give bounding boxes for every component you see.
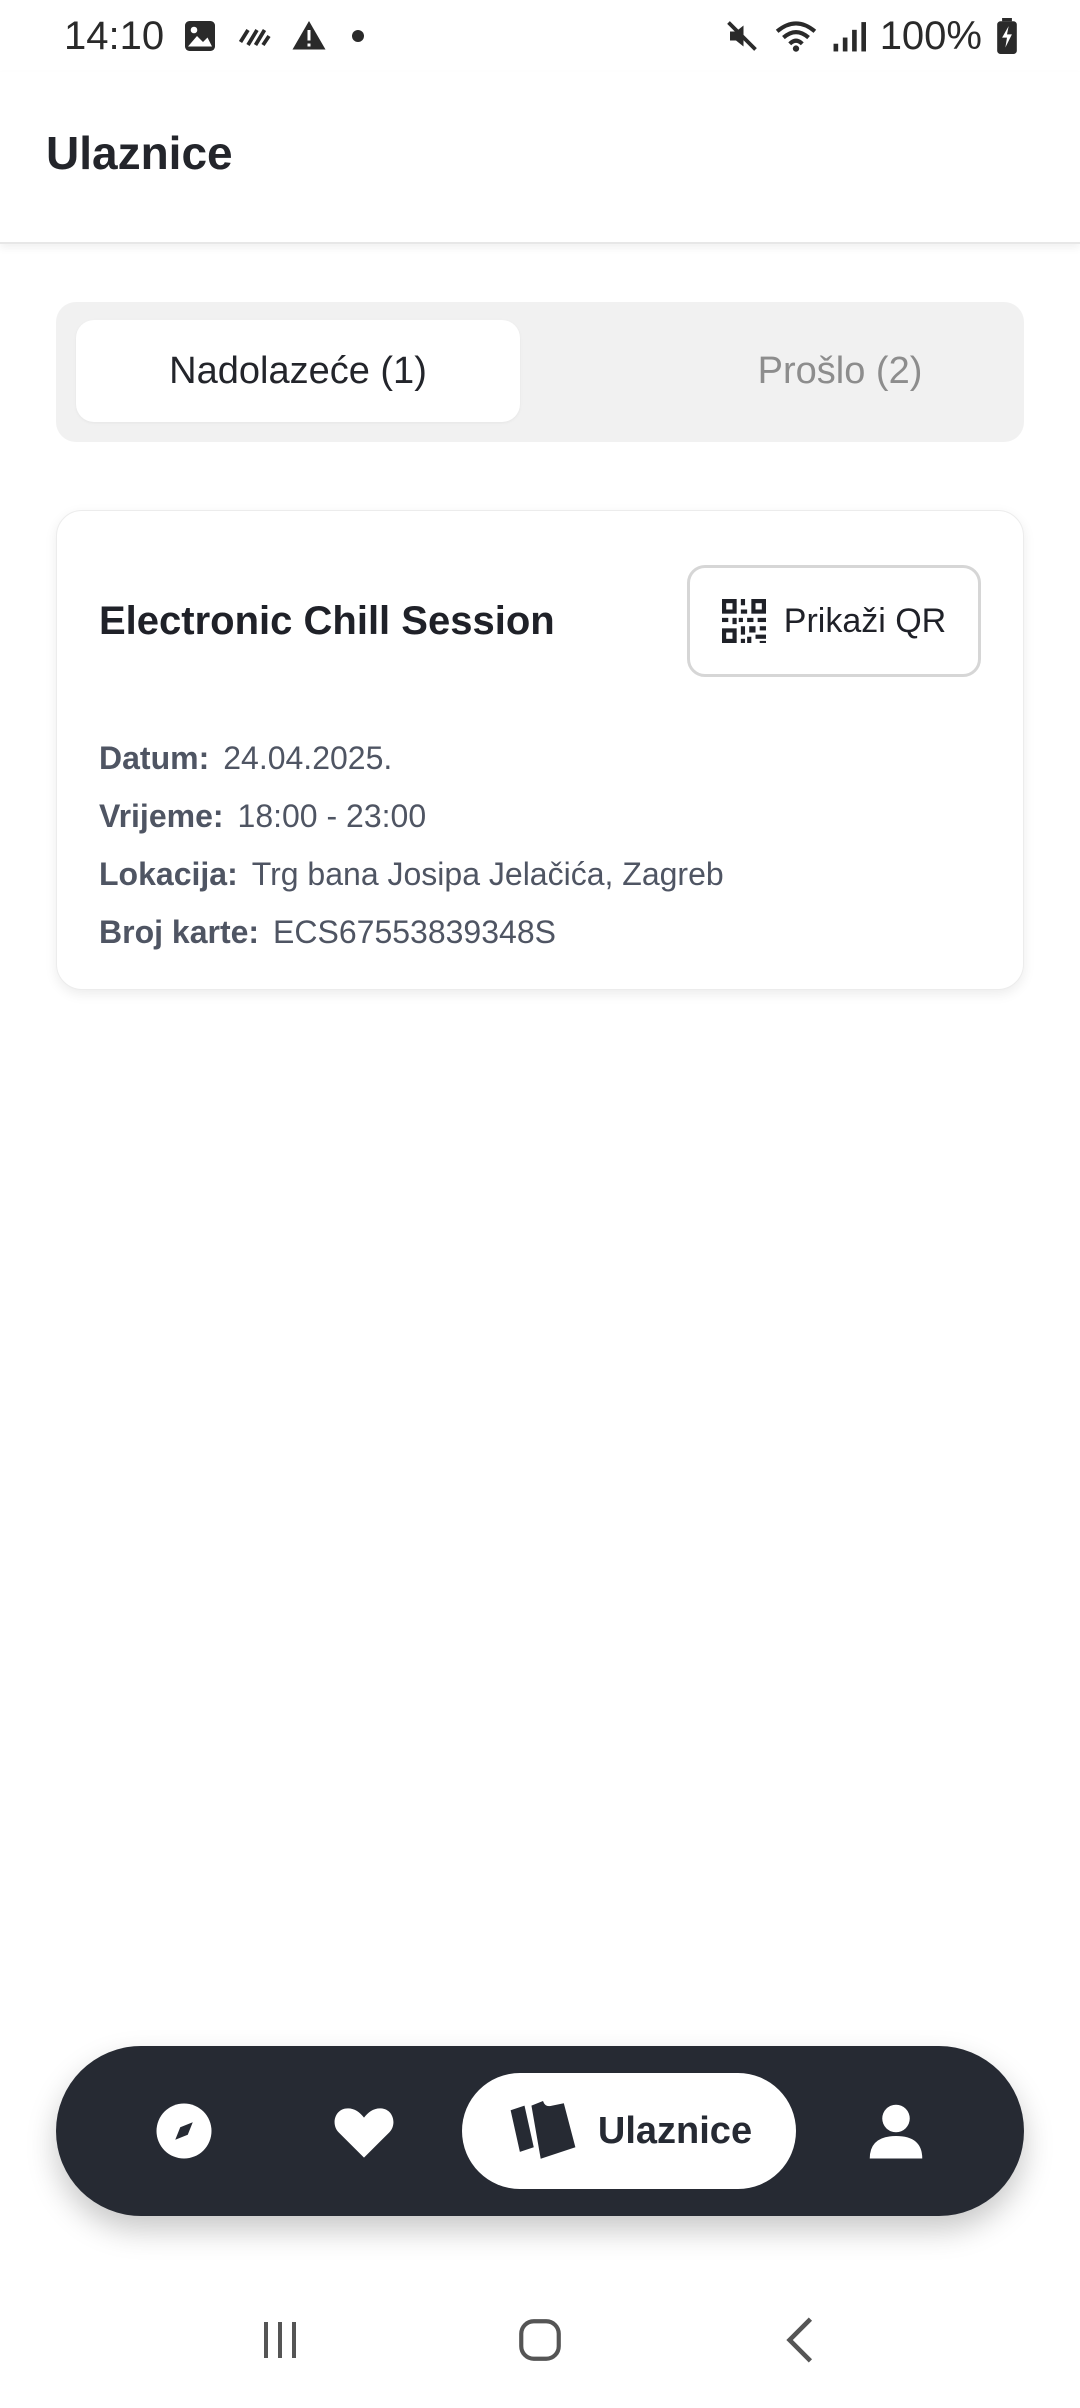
qr-code-icon <box>721 599 766 643</box>
home-icon <box>515 2315 565 2365</box>
page-title: Ulaznice <box>46 127 233 179</box>
detail-ticket-number-value: ECS67553839348S <box>273 913 556 950</box>
detail-time-label: Vrijeme: <box>99 797 224 834</box>
wifi-icon <box>774 18 818 54</box>
detail-date: Datum: 24.04.2025. <box>99 729 724 787</box>
detail-date-value: 24.04.2025. <box>223 739 393 776</box>
detail-date-label: Datum: <box>99 739 210 776</box>
back-icon <box>778 2315 822 2365</box>
battery-charging-icon <box>996 18 1018 54</box>
nav-tickets[interactable]: Ulaznice <box>462 2073 796 2189</box>
detail-time-value: 18:00 - 23:00 <box>237 797 427 834</box>
detail-location: Lokacija: Trg bana Josipa Jelačića, Zagr… <box>99 845 724 903</box>
recents-icon <box>256 2316 304 2364</box>
detail-location-label: Lokacija: <box>99 855 238 892</box>
signal-strike-icon <box>236 18 272 54</box>
show-qr-label: Prikaži QR <box>783 601 947 640</box>
app-header: Ulaznice <box>0 72 1080 244</box>
show-qr-button[interactable]: Prikaži QR <box>687 565 981 677</box>
detail-ticket-number: Broj karte: ECS67553839348S <box>99 903 724 961</box>
cell-signal-icon <box>832 18 866 54</box>
status-bar: 14:10 100% <box>0 0 1080 72</box>
status-right: 100% <box>724 14 1018 59</box>
tab-upcoming[interactable]: Nadolazeće (1) <box>76 320 520 422</box>
nav-tickets-label: Ulaznice <box>597 2109 753 2152</box>
image-icon <box>182 18 218 54</box>
warning-icon <box>290 18 328 54</box>
detail-time: Vrijeme: 18:00 - 23:00 <box>99 787 724 845</box>
dot-icon <box>346 24 370 48</box>
tickets-icon <box>506 2096 580 2166</box>
mute-icon <box>724 18 760 54</box>
recents-button[interactable] <box>220 2290 340 2390</box>
bottom-nav: Ulaznice <box>56 2046 1024 2216</box>
detail-location-value: Trg bana Josipa Jelačića, Zagreb <box>251 855 724 892</box>
ticket-details: Datum: 24.04.2025. Vrijeme: 18:00 - 23:0… <box>99 729 724 961</box>
tab-past[interactable]: Prošlo (2) <box>618 320 1062 422</box>
ticket-card[interactable]: Electronic Chill Session Prikaži QR Datu… <box>56 510 1024 990</box>
nav-profile[interactable] <box>846 2081 946 2181</box>
nav-favorites[interactable] <box>314 2081 414 2181</box>
system-nav-bar <box>0 2272 1080 2408</box>
status-left: 14:10 <box>64 14 370 59</box>
ticket-tabs: Nadolazeće (1) Prošlo (2) <box>56 302 1024 442</box>
home-button[interactable] <box>480 2290 600 2390</box>
detail-ticket-number-label: Broj karte: <box>99 913 260 950</box>
compass-icon <box>154 2101 214 2161</box>
event-title: Electronic Chill Session <box>99 599 555 643</box>
battery-percent: 100% <box>879 13 982 58</box>
screen: 14:10 100% Ulaznice Nadolazeće (1) Prošl… <box>0 0 1080 2408</box>
back-button[interactable] <box>740 2290 860 2390</box>
status-time: 14:10 <box>64 13 165 58</box>
nav-explore[interactable] <box>134 2081 234 2181</box>
user-icon <box>868 2101 924 2161</box>
heart-icon <box>332 2101 396 2161</box>
